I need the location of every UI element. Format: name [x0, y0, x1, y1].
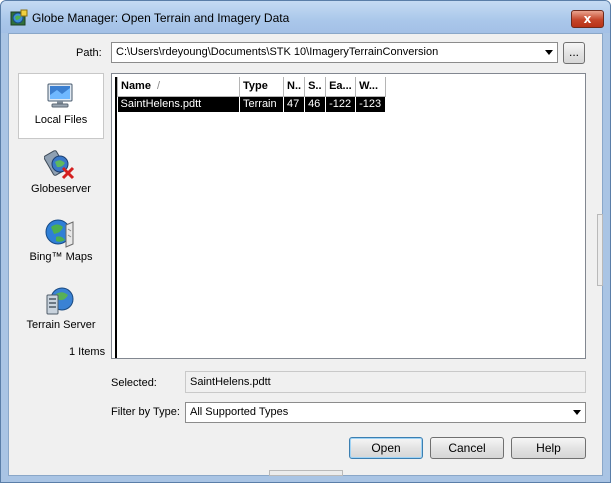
- sidebar-item-globeserver[interactable]: Globeserver: [18, 143, 104, 209]
- filter-label: Filter by Type:: [111, 406, 180, 418]
- file-list[interactable]: Name / Type N.. S.. Ea... W... SaintHele…: [111, 73, 586, 359]
- browse-button[interactable]: ...: [563, 42, 585, 64]
- column-header-label: S..: [308, 80, 322, 93]
- globe-manager-dialog: Globe Manager: Open Terrain and Imagery …: [0, 0, 611, 483]
- horizontal-splitter-handle[interactable]: [269, 470, 343, 476]
- filter-type-dropdown[interactable]: All Supported Types: [185, 402, 586, 423]
- column-header-west[interactable]: W...: [355, 77, 387, 97]
- column-header-name[interactable]: Name /: [117, 77, 240, 97]
- sort-indicator-icon: /: [156, 80, 161, 93]
- sidebar-item-label: Terrain Server: [26, 319, 96, 331]
- column-header-type[interactable]: Type: [239, 77, 284, 97]
- cell-south: 46: [304, 96, 327, 112]
- sidebar-item-label: Local Files: [34, 114, 88, 126]
- chevron-down-icon: [573, 410, 581, 415]
- path-combobox[interactable]: C:\Users\rdeyoung\Documents\STK 10\Image…: [111, 42, 558, 63]
- items-count: 1 Items: [69, 346, 106, 358]
- cell-east: -122: [325, 96, 357, 112]
- sidebar-item-local-files[interactable]: Local Files: [18, 73, 104, 139]
- source-sidebar: Local Files Globeserver Bing™ Maps Terra…: [18, 73, 104, 360]
- selected-label: Selected:: [111, 377, 157, 389]
- chevron-down-icon: [545, 50, 553, 55]
- file-table: Name / Type N.. S.. Ea... W... SaintHele…: [117, 77, 387, 112]
- help-button[interactable]: Help: [511, 437, 586, 459]
- bing-maps-icon: [45, 219, 74, 248]
- browse-label: ...: [568, 45, 579, 59]
- path-label: Path:: [76, 47, 102, 59]
- sidebar-item-label: Bing™ Maps: [29, 251, 93, 263]
- close-button[interactable]: x: [571, 10, 604, 28]
- local-files-icon: [47, 83, 73, 108]
- globeserver-icon: [44, 150, 75, 180]
- column-header-label: Type: [243, 80, 268, 93]
- open-button[interactable]: Open: [349, 437, 423, 459]
- cell-name: SaintHelens.pdtt: [117, 96, 240, 112]
- column-header-north[interactable]: N..: [282, 77, 306, 97]
- close-icon: x: [583, 12, 592, 26]
- terrain-server-icon: [46, 287, 74, 315]
- column-header-label: Ea...: [329, 80, 352, 93]
- table-header-row: Name / Type N.. S.. Ea... W...: [117, 77, 387, 97]
- sidebar-item-bing-maps[interactable]: Bing™ Maps: [18, 211, 104, 277]
- sidebar-item-terrain-server[interactable]: Terrain Server: [18, 279, 104, 345]
- column-header-label: N..: [287, 80, 302, 93]
- column-header-south[interactable]: S..: [304, 77, 327, 97]
- title-bar[interactable]: Globe Manager: Open Terrain and Imagery …: [1, 1, 610, 33]
- cell-north: 47: [283, 96, 306, 112]
- globe-manager-app-icon: [10, 9, 28, 26]
- file-list-content: Name / Type N.. S.. Ea... W... SaintHele…: [115, 77, 585, 358]
- cell-type: Terrain: [239, 96, 284, 112]
- vertical-splitter-handle[interactable]: [597, 214, 603, 286]
- column-header-label: W...: [359, 80, 379, 93]
- window-title: Globe Manager: Open Terrain and Imagery …: [32, 11, 290, 25]
- selected-field: SaintHelens.pdtt: [185, 371, 586, 393]
- table-row[interactable]: SaintHelens.pdtt Terrain 47 46 -122 -123: [117, 96, 387, 112]
- cancel-button[interactable]: Cancel: [430, 437, 504, 459]
- column-header-east[interactable]: Ea...: [325, 77, 357, 97]
- path-value: C:\Users\rdeyoung\Documents\STK 10\Image…: [116, 46, 439, 58]
- selected-value: SaintHelens.pdtt: [190, 376, 271, 388]
- cell-west: -123: [355, 96, 387, 112]
- sidebar-item-label: Globeserver: [31, 183, 91, 195]
- filter-value: All Supported Types: [190, 406, 289, 418]
- column-header-label: Name: [121, 80, 151, 93]
